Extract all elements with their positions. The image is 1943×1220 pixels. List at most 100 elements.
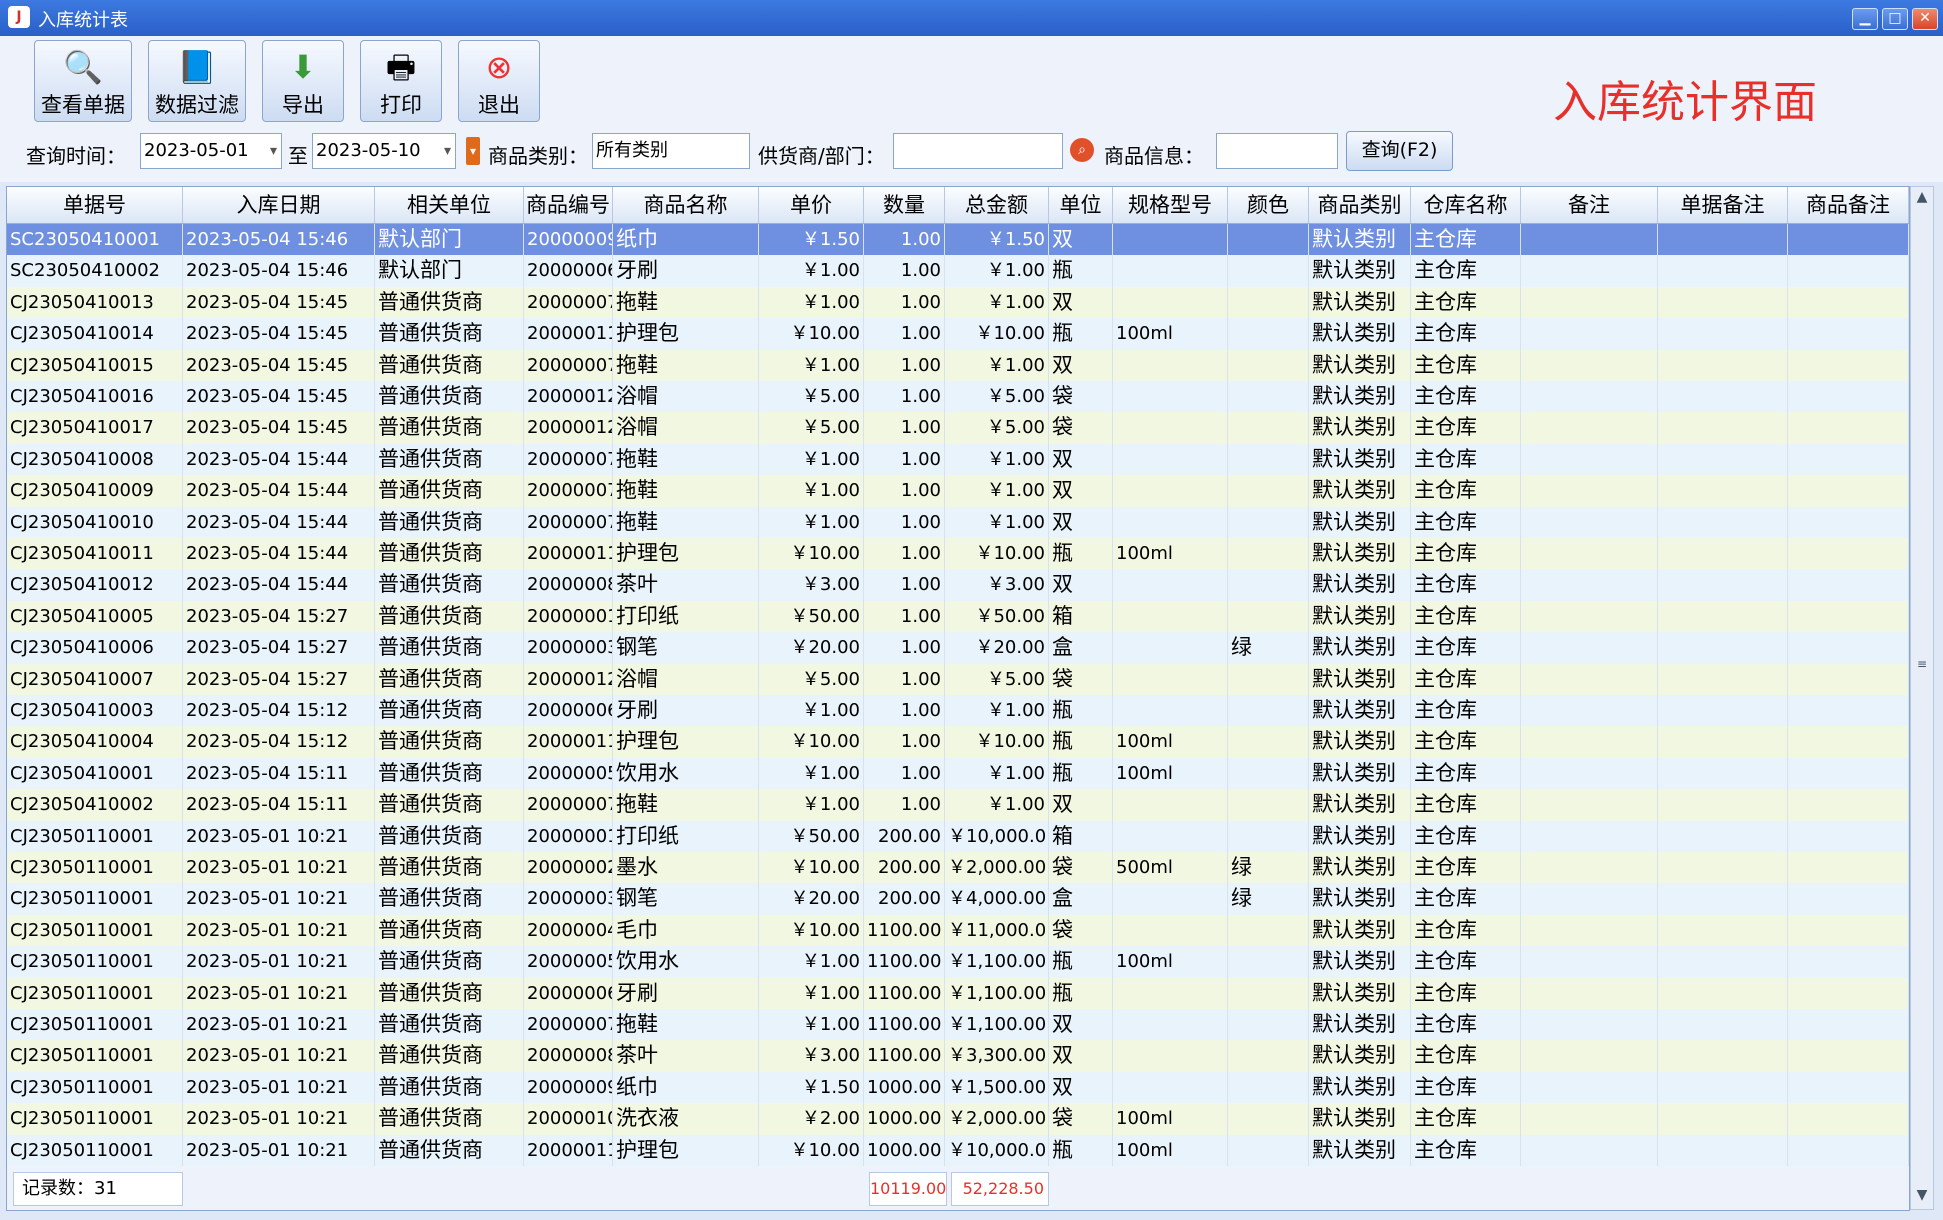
scroll-down-icon[interactable]: ▼	[1913, 1187, 1931, 1207]
table-cell	[1658, 475, 1788, 507]
table-row[interactable]: CJ23050110001 2023-05-01 10:21 普通供货商 200000…	[7, 852, 1909, 884]
table-row[interactable]: CJ23050410005 2023-05-04 15:27 普通供货商 200000…	[7, 600, 1909, 633]
date-from-select[interactable]: 2023-05-01 ▾	[140, 133, 282, 169]
table-cell: 2023-05-01 10:21	[183, 852, 375, 884]
exit-button[interactable]: ⊗ 退出	[458, 40, 540, 122]
table-row[interactable]: CJ23050110001 2023-05-01 10:21 普通供货商 200000…	[7, 820, 1909, 852]
scroll-up-icon[interactable]: ▲	[1913, 189, 1931, 209]
table-row[interactable]: CJ23050410003 2023-05-04 15:12 普通供货商 200000…	[7, 695, 1909, 727]
table-cell	[1788, 632, 1909, 664]
table-row[interactable]: CJ23050410006 2023-05-04 15:27 普通供货商 200000…	[7, 632, 1909, 664]
date-from-value: 2023-05-01	[144, 140, 249, 161]
table-cell: 拖鞋	[613, 506, 759, 538]
table-cell	[1788, 318, 1909, 350]
table-cell	[1113, 600, 1228, 633]
column-header[interactable]: 商品备注	[1788, 187, 1909, 223]
date-to-select[interactable]: 2023-05-10 ▾	[312, 133, 456, 169]
table-cell: 2023-05-04 15:27	[183, 663, 375, 695]
table-cell: ￥10,000.0	[945, 820, 1049, 852]
column-header[interactable]: 商品编号	[524, 187, 613, 223]
table-row[interactable]: CJ23050410010 2023-05-04 15:44 普通供货商 200000…	[7, 506, 1909, 538]
table-cell: ￥1.00	[759, 977, 864, 1009]
table-cell: ￥50.00	[945, 600, 1049, 633]
column-header[interactable]: 入库日期	[183, 187, 375, 223]
product-info-field[interactable]	[1216, 133, 1338, 169]
table-cell: 浴帽	[613, 412, 759, 444]
inbound-stats-table: 单据号 入库日期 相关单位 商品编号 商品名称 单价 数量 总金额 单位 规格型号 颜色 商品类别 仓库…	[6, 186, 1910, 1168]
table-row[interactable]: CJ23050410004 2023-05-04 15:12 普通供货商 200000…	[7, 726, 1909, 758]
table-row[interactable]: CJ23050410011 2023-05-04 15:44 普通供货商 200000…	[7, 538, 1909, 570]
table-cell	[1521, 538, 1658, 570]
table-cell: ￥3,300.00	[945, 1040, 1049, 1072]
table-cell	[1788, 1009, 1909, 1041]
query-button[interactable]: 查询(F2)	[1346, 131, 1453, 171]
table-row[interactable]: CJ23050110001 2023-05-01 10:21 普通供货商 200000…	[7, 1040, 1909, 1072]
table-row[interactable]: CJ23050410012 2023-05-04 15:44 普通供货商 200000…	[7, 569, 1909, 601]
table-row[interactable]: CJ23050410013 2023-05-04 15:45 普通供货商 200000…	[7, 286, 1909, 319]
column-header[interactable]: 颜色	[1228, 187, 1309, 223]
table-row[interactable]: CJ23050110001 2023-05-01 10:21 普通供货商 200000…	[7, 1009, 1909, 1041]
table-cell	[1788, 286, 1909, 319]
table-row[interactable]: CJ23050110001 2023-05-01 10:21 普通供货商 200000…	[7, 1103, 1909, 1135]
category-field[interactable]: 所有类别	[592, 133, 750, 169]
column-header[interactable]: 商品类别	[1309, 187, 1411, 223]
table-row[interactable]: CJ23050410017 2023-05-04 15:45 普通供货商 200000…	[7, 412, 1909, 444]
table-row[interactable]: SC23050410001 2023-05-04 15:46 默认部门 2000000…	[7, 224, 1909, 256]
column-header[interactable]: 规格型号	[1113, 187, 1228, 223]
table-row[interactable]: CJ23050110001 2023-05-01 10:21 普通供货商 200000…	[7, 977, 1909, 1009]
table-row[interactable]: CJ23050410007 2023-05-04 15:27 普通供货商 200000…	[7, 663, 1909, 695]
table-row[interactable]: CJ23050110001 2023-05-01 10:21 普通供货商 200000…	[7, 1134, 1909, 1166]
print-button[interactable]: 🖶 打印	[360, 40, 442, 122]
table-row[interactable]: CJ23050110001 2023-05-01 10:21 普通供货商 200000…	[7, 914, 1909, 947]
table-cell: 主仓库	[1411, 286, 1521, 319]
table-cell	[1658, 381, 1788, 413]
table-cell: 普通供货商	[375, 883, 524, 915]
supplier-field[interactable]	[893, 133, 1063, 169]
table-row[interactable]: CJ23050410015 2023-05-04 15:45 普通供货商 200000…	[7, 349, 1909, 381]
table-cell: 200.00	[864, 883, 945, 915]
column-header[interactable]: 单据备注	[1658, 187, 1788, 223]
column-header[interactable]: 备注	[1521, 187, 1658, 223]
maximize-button[interactable]: □	[1882, 8, 1908, 30]
table-cell	[1521, 695, 1658, 727]
table-cell	[1658, 224, 1788, 256]
supplier-label: 供货商/部门：	[758, 144, 885, 168]
column-header[interactable]: 相关单位	[375, 187, 524, 223]
table-row[interactable]: CJ23050410014 2023-05-04 15:45 普通供货商 200000…	[7, 318, 1909, 350]
table-row[interactable]: CJ23050110001 2023-05-01 10:21 普通供货商 200000…	[7, 1071, 1909, 1104]
table-cell: CJ23050110001	[7, 883, 183, 915]
column-header[interactable]: 仓库名称	[1411, 187, 1521, 223]
column-header[interactable]: 数量	[864, 187, 945, 223]
table-cell: 1000.00	[864, 1071, 945, 1104]
table-row[interactable]: CJ23050410016 2023-05-04 15:45 普通供货商 200000…	[7, 381, 1909, 413]
minimize-button[interactable]: ▁	[1852, 8, 1878, 30]
view-document-button[interactable]: 🔍 查看单据	[34, 40, 132, 122]
table-cell: 默认类别	[1309, 1071, 1411, 1104]
table-cell: 护理包	[613, 1134, 759, 1166]
scroll-thumb[interactable]: ≡	[1914, 657, 1930, 679]
table-row[interactable]: CJ23050410008 2023-05-04 15:44 普通供货商 200000…	[7, 443, 1909, 476]
table-cell	[1113, 349, 1228, 381]
column-header[interactable]: 单位	[1049, 187, 1113, 223]
table-row[interactable]: CJ23050410002 2023-05-04 15:11 普通供货商 200000…	[7, 789, 1909, 821]
column-header[interactable]: 单据号	[7, 187, 183, 223]
close-window-button[interactable]: ✕	[1912, 8, 1938, 30]
table-row[interactable]: CJ23050110001 2023-05-01 10:21 普通供货商 200000…	[7, 946, 1909, 978]
table-row[interactable]: CJ23050410009 2023-05-04 15:44 普通供货商 200000…	[7, 475, 1909, 507]
column-header[interactable]: 总金额	[945, 187, 1049, 223]
data-filter-button[interactable]: 📘 数据过滤	[148, 40, 246, 122]
table-cell: 2023-05-04 15:12	[183, 726, 375, 758]
vertical-scrollbar[interactable]: ▲ ≡ ▼	[1910, 186, 1934, 1210]
export-button[interactable]: ⬇ 导出	[262, 40, 344, 122]
table-cell: 墨水	[613, 852, 759, 884]
table-cell: ￥1,100.00	[945, 1009, 1049, 1041]
table-row[interactable]: CJ23050410001 2023-05-04 15:11 普通供货商 200000…	[7, 757, 1909, 790]
table-row[interactable]: SC23050410002 2023-05-04 15:46 默认部门 2000000…	[7, 255, 1909, 287]
search-pick-icon[interactable]: ⌕	[1070, 138, 1094, 162]
table-cell: 纸巾	[613, 1071, 759, 1104]
category-picker-icon[interactable]: ▾	[466, 137, 480, 165]
column-header[interactable]: 商品名称	[613, 187, 759, 223]
table-row[interactable]: CJ23050110001 2023-05-01 10:21 普通供货商 200000…	[7, 883, 1909, 915]
column-header[interactable]: 单价	[759, 187, 864, 223]
table-cell: ￥3.00	[759, 1040, 864, 1072]
